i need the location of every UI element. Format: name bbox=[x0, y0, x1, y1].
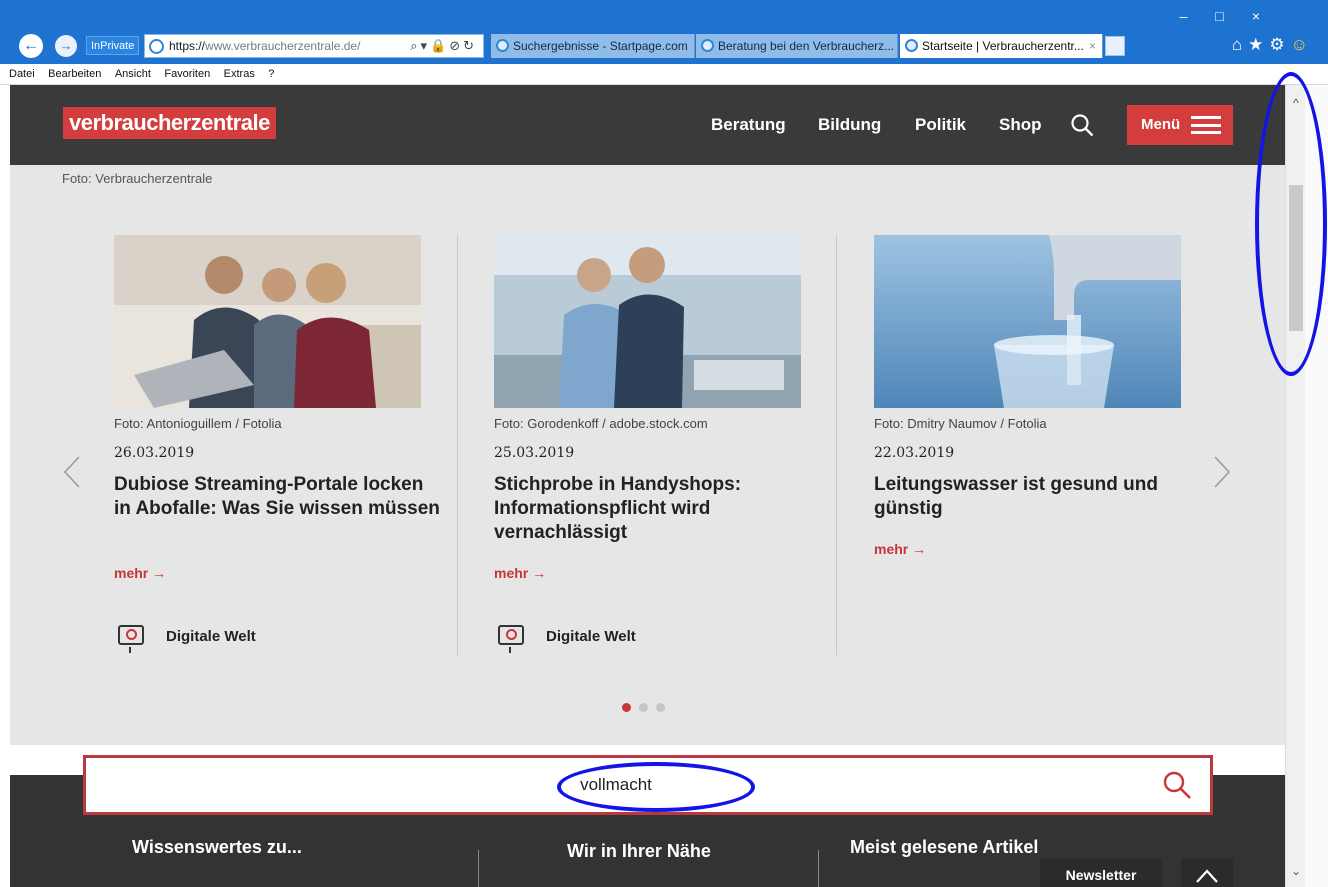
star-icon[interactable]: ★ bbox=[1248, 35, 1269, 54]
search-icon[interactable] bbox=[1070, 113, 1094, 137]
pagination-dot[interactable] bbox=[656, 703, 665, 712]
hamburger-icon bbox=[1191, 116, 1221, 134]
address-tools-icons[interactable]: ⌕▾🔒⊘↻ bbox=[410, 38, 477, 54]
topic-label: Digitale Welt bbox=[546, 628, 636, 645]
article-date: 22.03.2019 bbox=[874, 445, 955, 461]
photo-credit: Foto: Dmitry Naumov / Fotolia bbox=[874, 416, 1047, 431]
gear-icon[interactable]: ⚙ bbox=[1269, 35, 1290, 54]
card-divider bbox=[457, 235, 458, 655]
menu-button[interactable]: Menü bbox=[1127, 105, 1233, 145]
ie-page-icon bbox=[496, 39, 509, 52]
address-bar[interactable]: https://www.verbraucherzentrale.de/ ⌕▾🔒⊘… bbox=[144, 34, 484, 58]
home-icon[interactable]: ⌂ bbox=[1232, 35, 1248, 54]
ie-page-icon bbox=[905, 39, 918, 52]
new-tab-button[interactable] bbox=[1105, 36, 1125, 56]
site-header: verbraucherzentrale Beratung Bildung Pol… bbox=[10, 85, 1285, 165]
nav-politik[interactable]: Politik bbox=[915, 115, 966, 135]
article-card[interactable]: Foto: Dmitry Naumov / Fotolia 22.03.2019… bbox=[874, 235, 1214, 655]
footer-heading-naehe[interactable]: Wir in Ihrer Nähe bbox=[567, 841, 711, 862]
pagination-dot[interactable] bbox=[639, 703, 648, 712]
tab-startseite[interactable]: Startseite | Verbraucherzentr... × bbox=[900, 34, 1103, 58]
article-headline[interactable]: Dubiose Streaming-Portale locken in Abof… bbox=[114, 473, 444, 521]
annotation-oval-search bbox=[557, 762, 755, 812]
url-rest: www.verbraucherzentrale.de/ bbox=[205, 39, 361, 53]
article-photo[interactable] bbox=[114, 235, 421, 408]
chevron-left-icon[interactable] bbox=[62, 455, 82, 489]
close-icon[interactable]: × bbox=[1089, 34, 1096, 58]
chevron-right-icon[interactable] bbox=[1212, 455, 1232, 489]
inprivate-badge: InPrivate bbox=[86, 36, 140, 55]
menu-datei[interactable]: Datei bbox=[9, 64, 35, 85]
menu-bearbeiten[interactable]: Bearbeiten bbox=[48, 64, 101, 85]
monitor-icon bbox=[498, 625, 524, 653]
article-card[interactable]: Foto: Gorodenkoff / adobe.stock.com 25.0… bbox=[494, 235, 834, 655]
article-date: 26.03.2019 bbox=[114, 445, 195, 461]
footer-heading-meist-gelesen[interactable]: Meist gelesene Artikel bbox=[850, 837, 1038, 858]
carousel-pagination bbox=[622, 699, 673, 717]
address-url[interactable]: https://www.verbraucherzentrale.de/ bbox=[169, 39, 360, 53]
pagination-dot-active[interactable] bbox=[622, 703, 631, 712]
footer-divider bbox=[818, 850, 819, 887]
smiley-icon[interactable]: ☺ bbox=[1291, 35, 1314, 54]
nav-bildung[interactable]: Bildung bbox=[818, 115, 881, 135]
page-left-edge bbox=[0, 85, 10, 887]
photo-credit: Foto: Gorodenkoff / adobe.stock.com bbox=[494, 416, 708, 431]
more-link[interactable]: mehr → bbox=[494, 565, 546, 581]
menu-label: Menü bbox=[1141, 116, 1181, 133]
chevron-down-icon[interactable]: ⌄ bbox=[1286, 861, 1306, 881]
article-headline[interactable]: Leitungswasser ist gesund und günstig bbox=[874, 473, 1204, 521]
topic-label: Digitale Welt bbox=[166, 628, 256, 645]
tab-title: Beratung bei den Verbraucherz... bbox=[718, 39, 895, 53]
article-headline[interactable]: Stichprobe in Handyshops: Informationspf… bbox=[494, 473, 824, 545]
article-card[interactable]: Foto: Antonioguillem / Fotolia 26.03.201… bbox=[114, 235, 454, 655]
photo-credit: Foto: Verbraucherzentrale bbox=[62, 171, 213, 186]
article-photo[interactable] bbox=[874, 235, 1181, 408]
tab-title: Suchergebnisse - Startpage.com bbox=[513, 39, 688, 53]
browser-titlebar: ← → InPrivate https://www.verbraucherzen… bbox=[0, 0, 1328, 64]
footer-divider bbox=[478, 850, 479, 887]
site-logo[interactable]: verbraucherzentrale bbox=[63, 107, 276, 139]
photo-credit: Foto: Antonioguillem / Fotolia bbox=[114, 416, 282, 431]
tab-startpage[interactable]: Suchergebnisse - Startpage.com bbox=[491, 34, 695, 58]
menu-ansicht[interactable]: Ansicht bbox=[115, 64, 151, 85]
menu-bar: Datei Bearbeiten Ansicht Favoriten Extra… bbox=[0, 64, 1328, 85]
tab-title: Startseite | Verbraucherzentr... bbox=[922, 39, 1084, 53]
annotation-oval-scrollbar bbox=[1255, 72, 1327, 376]
monitor-icon bbox=[118, 625, 144, 653]
more-link[interactable]: mehr → bbox=[874, 541, 926, 557]
menu-favoriten[interactable]: Favoriten bbox=[164, 64, 210, 85]
back-button[interactable]: ← bbox=[19, 34, 43, 58]
ie-page-icon bbox=[701, 39, 714, 52]
toolbar-icons[interactable]: ⌂★⚙☺ bbox=[1232, 35, 1314, 55]
more-link[interactable]: mehr → bbox=[114, 565, 166, 581]
nav-shop[interactable]: Shop bbox=[999, 115, 1042, 135]
nav-beratung[interactable]: Beratung bbox=[711, 115, 786, 135]
card-divider bbox=[836, 235, 837, 655]
article-photo[interactable] bbox=[494, 235, 801, 408]
search-icon[interactable] bbox=[1162, 770, 1192, 800]
menu-help[interactable]: ? bbox=[268, 64, 274, 85]
url-prefix: https:// bbox=[169, 39, 206, 53]
menu-extras[interactable]: Extras bbox=[224, 64, 255, 85]
article-date: 25.03.2019 bbox=[494, 445, 575, 461]
window-controls[interactable]: –□× bbox=[1180, 8, 1288, 24]
chevron-up-icon[interactable] bbox=[1181, 858, 1233, 887]
footer-heading-wissenswertes[interactable]: Wissenswertes zu... bbox=[132, 837, 302, 858]
newsletter-button[interactable]: Newsletter bbox=[1040, 858, 1162, 887]
tab-beratung[interactable]: Beratung bei den Verbraucherz... bbox=[696, 34, 898, 58]
forward-button[interactable]: → bbox=[55, 35, 77, 57]
ie-logo-icon bbox=[149, 39, 164, 54]
